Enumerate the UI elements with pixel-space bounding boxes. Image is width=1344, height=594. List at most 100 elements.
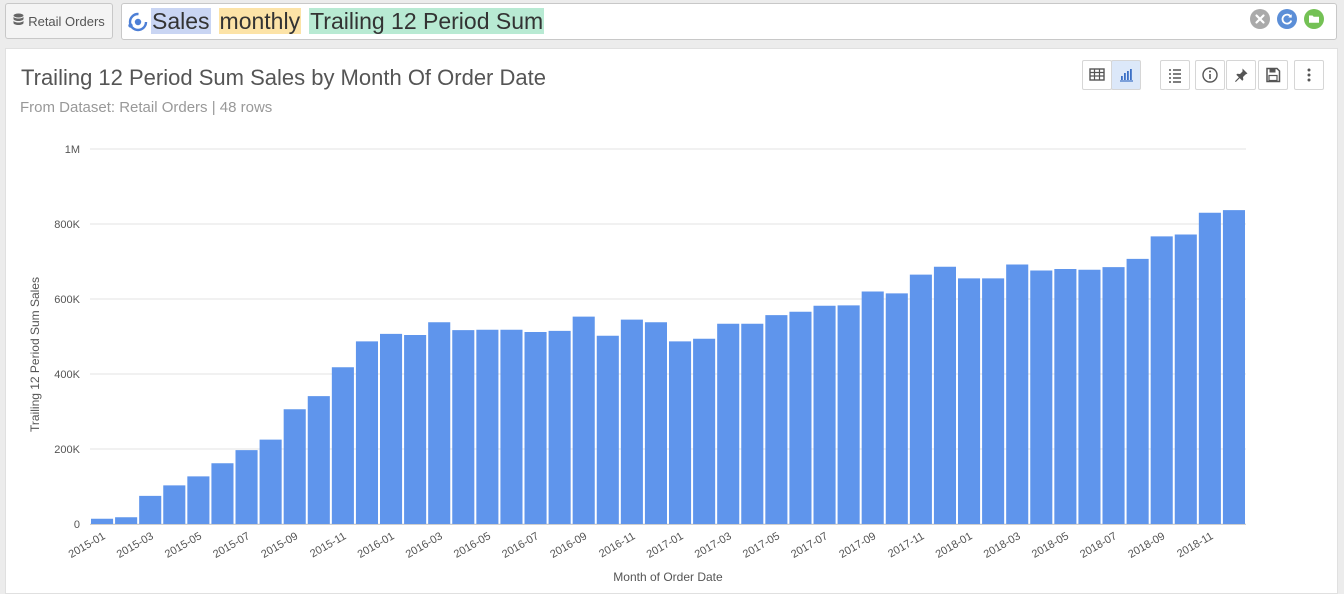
bar (1054, 269, 1077, 524)
dataset-button[interactable]: Retail Orders (5, 3, 113, 39)
bar (187, 476, 210, 524)
clear-icon[interactable] (1250, 9, 1270, 29)
search-token-function[interactable]: Trailing 12 Period Sum (309, 8, 545, 34)
bar (933, 266, 956, 524)
x-tick-label: 2016-09 (548, 530, 589, 561)
bar (428, 322, 451, 524)
bar (500, 329, 523, 524)
bar (524, 332, 547, 524)
dataset-label: Retail Orders (28, 13, 105, 29)
x-tick-label: 2018-11 (1175, 530, 1215, 560)
bar (909, 274, 932, 524)
search-logo-icon (126, 10, 150, 34)
bar (572, 316, 595, 524)
bar (355, 341, 378, 524)
list-button[interactable] (1160, 60, 1190, 90)
chart-panel: Trailing 12 Period Sum Sales by Month Of… (5, 48, 1338, 594)
bar (596, 335, 619, 524)
bar (331, 367, 354, 524)
list-icon (1169, 69, 1181, 83)
bar (1078, 269, 1101, 524)
bar (1126, 258, 1149, 524)
x-tick-label: 2015-01 (67, 530, 108, 561)
y-tick-label: 800K (54, 219, 80, 231)
bar (1222, 210, 1245, 524)
x-tick-label: 2018-09 (1126, 530, 1167, 561)
open-folder-icon[interactable] (1304, 9, 1324, 29)
bar (861, 291, 884, 524)
bar (139, 495, 162, 524)
bar (644, 322, 667, 524)
info-button[interactable] (1195, 60, 1225, 90)
y-axis-title: Trailing 12 Period Sum Sales (28, 277, 42, 432)
info-icon (1202, 67, 1218, 83)
x-tick-label: 2017-07 (789, 530, 830, 561)
y-tick-label: 1M (65, 144, 80, 156)
bar (211, 463, 234, 524)
save-button[interactable] (1258, 60, 1288, 90)
x-tick-label: 2018-05 (1030, 530, 1071, 561)
x-tick-label: 2016-07 (500, 530, 541, 561)
database-icon (13, 13, 24, 29)
bar (765, 315, 788, 524)
bar-chart: 0 200K 400K 600K 800K 1M 2015-01 2015-03 2015-05… (28, 144, 1246, 584)
y-tick-label: 400K (54, 369, 80, 381)
save-icon (1266, 67, 1281, 83)
more-vertical-icon (1307, 68, 1311, 82)
bar (982, 278, 1005, 524)
x-tick-label: 2017-05 (741, 530, 782, 561)
x-tick-label: 2015-11 (308, 530, 348, 560)
bar (452, 330, 475, 524)
x-tick-label: 2015-09 (259, 530, 300, 561)
bar (1102, 267, 1125, 524)
x-tick-label: 2015-05 (163, 530, 204, 561)
bar (958, 278, 981, 524)
x-tick-label: 2017-03 (693, 530, 734, 561)
x-axis-title: Month of Order Date (613, 570, 723, 584)
bar (259, 439, 282, 524)
bar (548, 330, 571, 524)
bar (91, 518, 114, 524)
x-tick-label: 2018-01 (934, 530, 975, 561)
bar (620, 319, 643, 524)
page-title: Trailing 12 Period Sum Sales by Month Of… (21, 65, 546, 90)
bar (380, 333, 403, 524)
dataset-info: From Dataset: Retail Orders | 48 rows (20, 99, 273, 116)
bar (1150, 236, 1173, 524)
top-bar: Retail Orders Sales monthly Trailing 12 … (0, 0, 1344, 44)
x-tick-label: 2016-11 (597, 530, 637, 560)
bar (789, 311, 812, 524)
bar (404, 335, 427, 524)
bar (235, 450, 258, 524)
refresh-icon[interactable] (1277, 9, 1297, 29)
more-button[interactable] (1294, 60, 1324, 90)
bar (476, 329, 499, 524)
x-tick-label: 2016-03 (404, 530, 445, 561)
bar (693, 338, 716, 524)
bar (741, 323, 764, 524)
x-tick-label: 2016-01 (356, 530, 397, 561)
table-view-button[interactable] (1082, 60, 1112, 90)
chart-view-button[interactable] (1111, 60, 1141, 90)
bar (163, 485, 186, 524)
bar (307, 396, 330, 524)
bar (1006, 264, 1029, 524)
x-tick-label: 2017-11 (886, 530, 926, 560)
search-tokens: Sales monthly Trailing 12 Period Sum (151, 7, 545, 35)
bar (115, 517, 138, 524)
x-tick-label: 2018-07 (1078, 530, 1119, 561)
y-tick-label: 600K (54, 294, 80, 306)
search-token-period[interactable]: monthly (218, 8, 302, 34)
bar (813, 305, 836, 524)
x-tick-label: 2015-07 (211, 530, 252, 561)
bar (283, 409, 306, 524)
y-tick-label: 0 (74, 519, 80, 531)
x-tick-label: 2017-09 (837, 530, 878, 561)
pin-button[interactable] (1226, 60, 1256, 90)
bar (885, 293, 908, 524)
search-input[interactable]: Sales monthly Trailing 12 Period Sum (121, 3, 1337, 40)
bar (669, 341, 692, 524)
bar (1174, 234, 1197, 524)
pin-icon (1235, 68, 1248, 82)
search-token-measure[interactable]: Sales (151, 8, 211, 34)
